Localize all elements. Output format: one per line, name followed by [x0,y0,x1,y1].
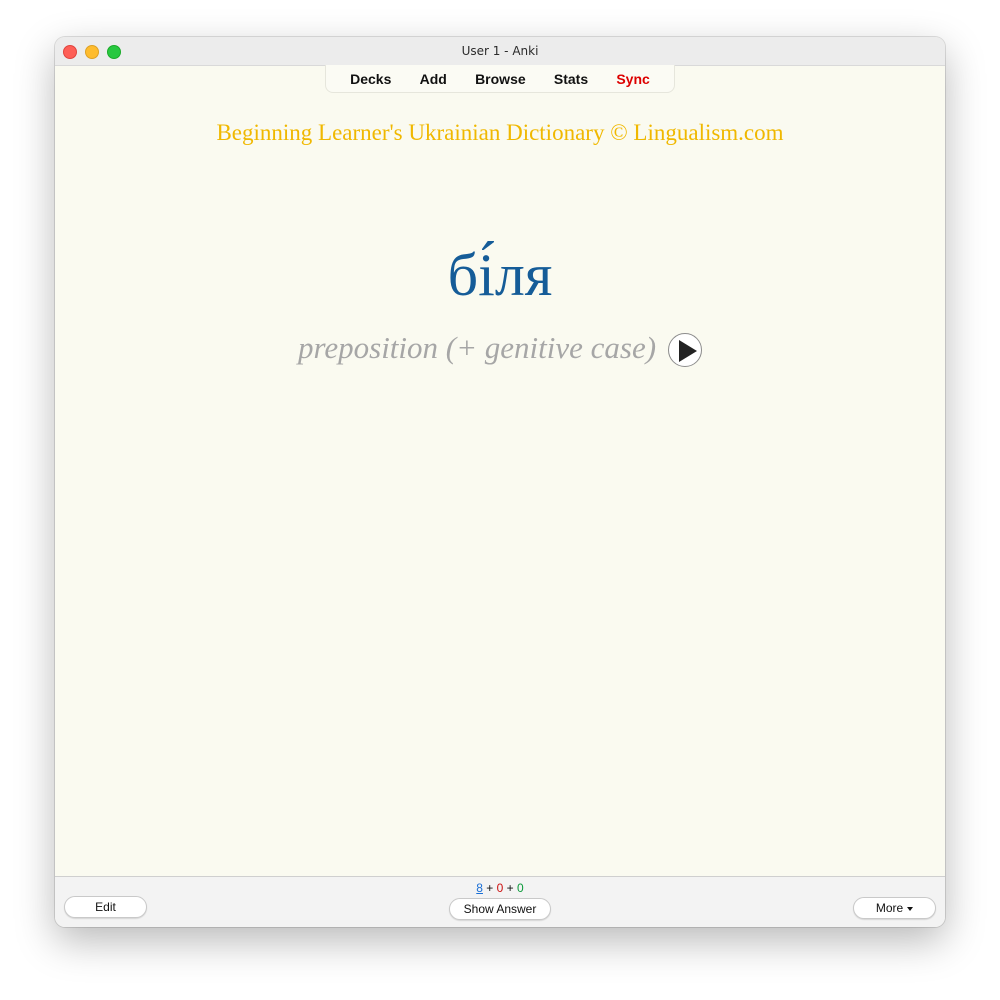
decks-link[interactable]: Decks [350,71,391,87]
count-separator: + [503,881,518,895]
review-count: 0 [517,881,524,895]
dictionary-title: Beginning Learner's Ukrainian Dictionary… [216,120,784,145]
window-title: User 1 - Anki [461,44,539,58]
bottom-bar: 8 + 0 + 0 Edit Show Answer More [55,876,945,927]
play-audio-button[interactable] [668,333,703,367]
stats-link[interactable]: Stats [554,71,588,87]
card-view: Beginning Learner's Ukrainian Dictionary… [55,93,945,876]
card-word: бі́ля [447,242,553,308]
part-of-speech: preposition (+ genitive case) [297,330,657,365]
more-button[interactable]: More [853,897,936,919]
chevron-down-icon [907,907,914,911]
main-toolbar: Decks Add Browse Stats Sync [325,65,675,93]
part-of-speech-row: preposition (+ genitive case) [55,330,945,367]
zoom-window-button[interactable] [107,45,121,59]
browse-link[interactable]: Browse [475,71,526,87]
anki-window: User 1 - Anki Decks Add Browse Stats Syn… [55,37,945,927]
add-link[interactable]: Add [420,71,447,87]
edit-button-label: Edit [95,900,116,914]
sync-link[interactable]: Sync [616,71,649,87]
count-separator: + [482,881,497,895]
show-answer-button[interactable]: Show Answer [449,898,551,920]
play-icon [679,340,698,362]
close-window-button[interactable] [63,45,77,59]
show-answer-label: Show Answer [463,902,537,916]
due-counts: 8 + 0 + 0 [55,881,945,895]
minimize-window-button[interactable] [85,45,99,59]
title-bar[interactable]: User 1 - Anki [55,37,945,66]
new-count: 8 [476,881,483,895]
window-controls [63,45,121,59]
edit-button[interactable]: Edit [64,896,147,918]
more-button-label: More [875,901,904,915]
